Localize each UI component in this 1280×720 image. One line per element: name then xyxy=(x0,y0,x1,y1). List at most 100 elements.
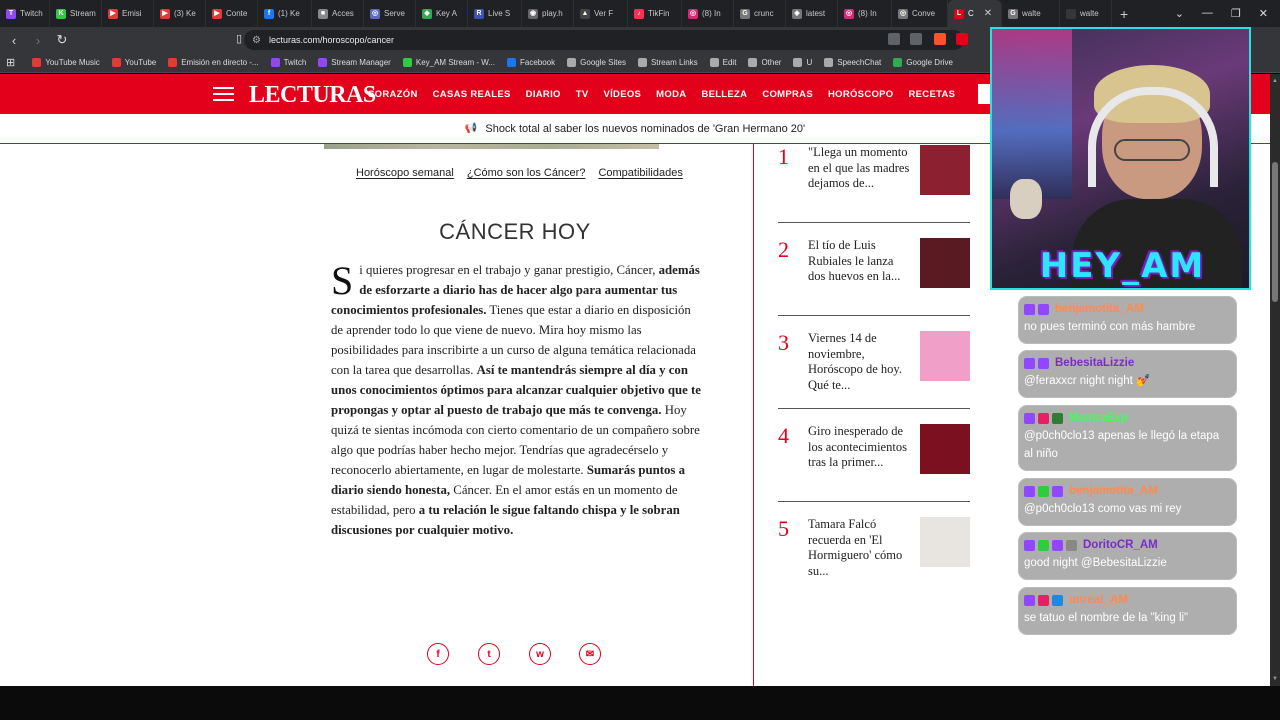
back-button[interactable]: ‹ xyxy=(4,33,24,48)
maximize-button[interactable]: ❐ xyxy=(1231,7,1241,20)
rank-thumbnail[interactable] xyxy=(920,424,970,474)
browser-tab[interactable]: T Twitch xyxy=(0,0,50,27)
browser-tab[interactable]: ▶ Conte xyxy=(206,0,258,27)
rank-thumbnail[interactable] xyxy=(920,238,970,288)
site-info-icon[interactable]: ⚙ xyxy=(252,35,261,46)
browser-tab[interactable]: ◎ Serve xyxy=(364,0,416,27)
browser-tab[interactable]: ◆ Key A xyxy=(416,0,468,27)
bookmark-icon[interactable]: ▯ xyxy=(236,32,242,45)
most-read-item[interactable]: 2 El tío de Luis Rubiales le lanza dos hu… xyxy=(778,237,970,317)
chevron-down-icon[interactable]: ⌄ xyxy=(1175,7,1184,20)
rank-headline[interactable]: Viernes 14 de noviembre, Horóscopo de ho… xyxy=(808,331,912,393)
bookmark-item[interactable]: Facebook xyxy=(502,58,560,67)
rank-thumbnail[interactable] xyxy=(920,517,970,567)
bookmark-icon xyxy=(270,58,280,67)
subnav-link[interactable]: Compatibilidades xyxy=(598,167,682,179)
bookmark-item[interactable]: Emisión en directo -... xyxy=(163,58,263,67)
browser-tab[interactable]: ◈ latest xyxy=(786,0,838,27)
minimize-button[interactable]: — xyxy=(1202,7,1213,20)
nav-link[interactable]: CASAS REALES xyxy=(425,89,518,100)
most-read-item[interactable]: 3 Viernes 14 de noviembre, Horóscopo de h… xyxy=(778,330,970,410)
bookmark-item[interactable]: Key_AM Stream - W... xyxy=(398,58,500,67)
site-logo[interactable]: LECTURAS xyxy=(249,82,376,109)
bookmark-item[interactable]: SpeechChat xyxy=(819,58,886,67)
reload-button[interactable]: ↻ xyxy=(52,32,72,48)
rank-headline[interactable]: Tamara Falcó recuerda en 'El Hormiguero'… xyxy=(808,517,912,579)
browser-tab[interactable]: Gwalte xyxy=(1002,0,1060,27)
browser-tab[interactable]: L C ✕ xyxy=(948,0,1002,27)
browser-tab[interactable]: ◉ play.h xyxy=(522,0,574,27)
reader-mode-icon[interactable] xyxy=(888,33,900,45)
bookmark-item[interactable]: YouTube Music xyxy=(27,58,105,67)
share-icon[interactable] xyxy=(910,33,922,45)
nav-link[interactable]: COMPRAS xyxy=(755,89,821,100)
bookmark-item[interactable]: Google Drive xyxy=(888,58,958,67)
facebook-share-icon[interactable]: f xyxy=(427,643,449,665)
rewards-icon[interactable] xyxy=(956,33,968,45)
browser-tab[interactable]: ▶ (3) Ke xyxy=(154,0,206,27)
close-window-button[interactable]: ✕ xyxy=(1259,7,1268,20)
bookmark-item[interactable]: YouTube xyxy=(107,58,161,67)
nav-link[interactable]: BELLEZA xyxy=(694,89,755,100)
browser-tab[interactable]: ▶ Emisi xyxy=(102,0,154,27)
page-scrollbar[interactable]: ▲ ▼ xyxy=(1270,74,1280,686)
nav-link[interactable]: VÍDEOS xyxy=(596,89,649,100)
nav-link[interactable]: HORÓSCOPO xyxy=(820,89,901,100)
bookmark-item[interactable]: Stream Manager xyxy=(313,58,396,67)
brave-shield-icon[interactable] xyxy=(934,33,946,45)
close-tab-icon[interactable]: ✕ xyxy=(984,8,992,19)
apps-grid-icon[interactable]: ⊞ xyxy=(6,56,15,69)
nav-link[interactable]: RECETAS xyxy=(901,89,963,100)
rank-headline[interactable]: "Llega un momento en el que las madres d… xyxy=(808,145,912,192)
address-bar[interactable]: ⚙ lecturas.com/horoscopo/cancer xyxy=(244,30,964,50)
most-read-item[interactable]: 4 Giro inesperado de los acontecimientos … xyxy=(778,423,970,503)
chat-username: BebesitaLizzie xyxy=(1055,357,1135,369)
most-read-item[interactable]: 1 "Llega un momento en el que las madres … xyxy=(778,144,970,224)
column-divider xyxy=(753,144,754,686)
browser-tab[interactable]: f (1) Ke xyxy=(258,0,312,27)
tab-label: (8) In xyxy=(858,9,877,18)
bookmark-item[interactable]: U xyxy=(788,58,817,67)
new-tab-button[interactable]: + xyxy=(1112,6,1136,22)
nav-link[interactable]: DIARIO xyxy=(518,89,568,100)
menu-icon[interactable] xyxy=(213,87,234,101)
browser-tab[interactable]: ♪ TikFin xyxy=(628,0,682,27)
nav-link[interactable]: CORAZÓN xyxy=(360,89,425,100)
rank-headline[interactable]: Giro inesperado de los acontecimientos t… xyxy=(808,424,912,471)
browser-tab[interactable]: ◎ Conve xyxy=(892,0,948,27)
bookmark-item[interactable]: Twitch xyxy=(266,58,312,67)
browser-tab[interactable]: Gcrunc xyxy=(734,0,786,27)
most-read-item[interactable]: 5 Tamara Falcó recuerda en 'El Hormiguero… xyxy=(778,516,970,596)
rank-thumbnail[interactable] xyxy=(920,145,970,195)
bookmark-item[interactable]: Other xyxy=(743,58,786,67)
chat-text: @feraxxcr night night 💅 xyxy=(1024,375,1151,387)
nav-link[interactable]: TV xyxy=(568,89,596,100)
scroll-down-icon[interactable]: ▼ xyxy=(1272,676,1278,682)
bookmark-item[interactable]: Stream Links xyxy=(633,58,703,67)
forward-button[interactable]: › xyxy=(28,33,48,48)
email-share-icon[interactable]: ✉ xyxy=(579,643,601,665)
scrollbar-thumb[interactable] xyxy=(1272,162,1278,302)
subnav-link[interactable]: Horóscopo semanal xyxy=(356,167,454,179)
browser-tab[interactable]: ◎ (8) In xyxy=(838,0,892,27)
chat-badge-icon xyxy=(1038,303,1049,315)
browser-tab[interactable]: ▲ Ver F xyxy=(574,0,628,27)
twitter-share-icon[interactable]: t xyxy=(478,643,500,665)
rank-headline[interactable]: El tío de Luis Rubiales le lanza dos hue… xyxy=(808,238,912,285)
rank-thumbnail[interactable] xyxy=(920,331,970,381)
scroll-up-icon[interactable]: ▲ xyxy=(1272,78,1278,84)
browser-tab[interactable]: ◎ (8) In xyxy=(682,0,734,27)
browser-tab[interactable]: ■ Acces xyxy=(312,0,364,27)
browser-tab[interactable]: R Live S xyxy=(468,0,522,27)
tab-label: Acces xyxy=(332,9,354,18)
subnav-link[interactable]: ¿Cómo son los Cáncer? xyxy=(467,167,586,179)
chat-badge-icon xyxy=(1066,539,1077,551)
nav-link[interactable]: MODA xyxy=(649,89,694,100)
bookmark-item[interactable]: Edit xyxy=(705,58,742,67)
bookmark-item[interactable]: Google Sites xyxy=(562,58,631,67)
browser-tab[interactable]: walte xyxy=(1060,0,1112,27)
bookmark-icon xyxy=(507,58,516,67)
browser-tab[interactable]: K Stream xyxy=(50,0,102,27)
breaking-news-text[interactable]: Shock total al saber los nuevos nominado… xyxy=(485,123,805,135)
whatsapp-share-icon[interactable]: w xyxy=(529,643,551,665)
